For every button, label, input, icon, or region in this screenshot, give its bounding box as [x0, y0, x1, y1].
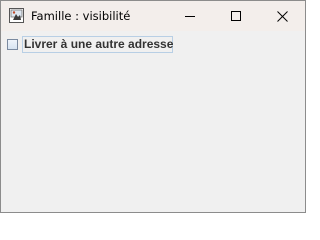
- minimize-icon: [185, 16, 195, 17]
- deliver-other-address-checkbox[interactable]: Livrer à une autre adresse: [5, 36, 175, 54]
- maximize-button[interactable]: [213, 1, 259, 31]
- maximize-icon: [231, 11, 241, 21]
- close-icon: [276, 10, 288, 22]
- app-window: Famille : visibilité Livrer à une autre …: [0, 0, 306, 213]
- window-content: Livrer à une autre adresse: [1, 31, 305, 212]
- checkbox-label[interactable]: Livrer à une autre adresse: [24, 37, 173, 52]
- window-title: Famille : visibilité: [31, 9, 131, 23]
- close-button[interactable]: [259, 1, 305, 31]
- minimize-button[interactable]: [167, 1, 213, 31]
- checkbox-indicator[interactable]: [7, 39, 18, 50]
- java-app-icon[interactable]: [9, 8, 24, 23]
- title-bar[interactable]: Famille : visibilité: [1, 1, 305, 31]
